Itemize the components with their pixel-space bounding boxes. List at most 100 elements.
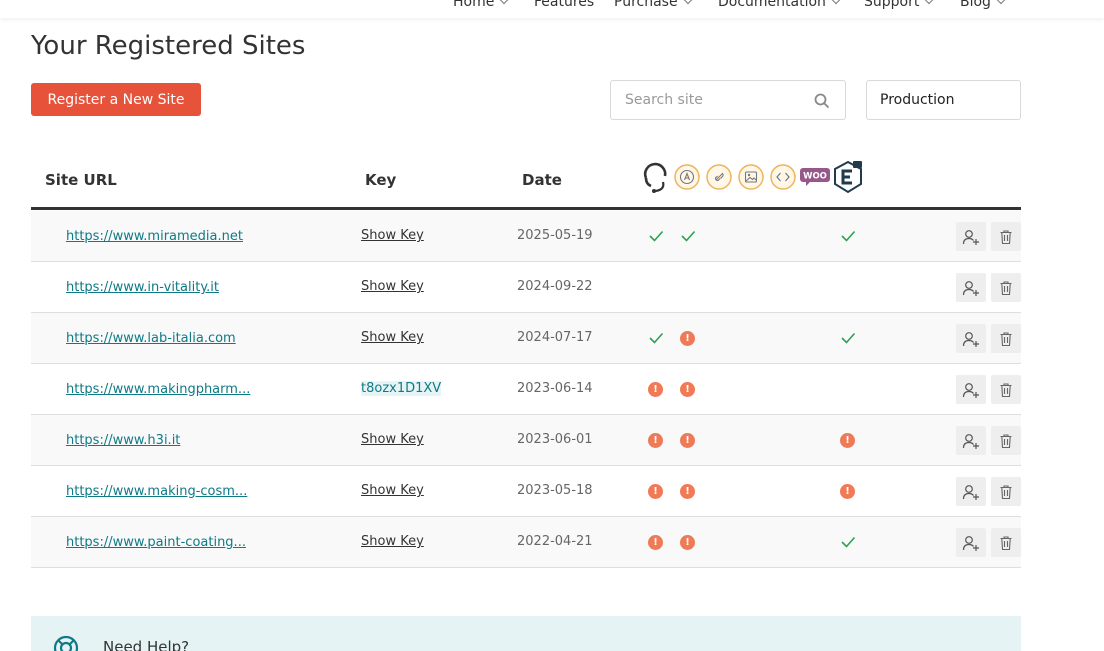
elementor-icon — [834, 160, 862, 194]
delete-button[interactable] — [991, 375, 1021, 404]
trash-icon — [1000, 535, 1012, 550]
warning-icon: ! — [648, 535, 663, 550]
add-user-button[interactable] — [956, 222, 986, 251]
nav-home[interactable]: Home — [453, 0, 509, 10]
nav-home-label: Home — [453, 0, 495, 10]
add-user-button[interactable] — [956, 528, 986, 557]
register-new-site-button[interactable]: Register a New Site — [31, 83, 201, 116]
nav-support-label: Support — [864, 0, 920, 10]
add-user-button[interactable] — [956, 426, 986, 455]
warning-icon: ! — [680, 535, 695, 550]
site-date: 2022-04-21 — [517, 534, 593, 549]
site-date: 2024-09-22 — [517, 279, 593, 294]
site-date: 2024-07-17 — [517, 330, 593, 345]
search-site-box — [610, 80, 846, 120]
site-date: 2025-05-19 — [517, 228, 593, 243]
show-key-link[interactable]: Show Key — [361, 279, 424, 294]
site-date: 2023-06-01 — [517, 432, 593, 447]
environment-select[interactable]: Production — [866, 80, 1021, 120]
header-date: Date — [522, 171, 562, 189]
delete-button[interactable] — [991, 324, 1021, 353]
check-icon — [681, 230, 696, 242]
trash-icon — [1000, 331, 1012, 346]
table-row: https://www.miramedia.net Show Key 2025-… — [31, 211, 1021, 262]
nav-purchase[interactable]: Purchase — [614, 0, 692, 10]
site-date: 2023-05-18 — [517, 483, 593, 498]
add-user-button[interactable] — [956, 324, 986, 353]
add-user-button[interactable] — [956, 477, 986, 506]
warning-icon: ! — [648, 433, 663, 448]
delete-button[interactable] — [991, 477, 1021, 506]
show-key-link[interactable]: Show Key — [361, 534, 424, 549]
site-key-value[interactable]: t8ozx1D1XV — [361, 381, 442, 396]
help-title: Need Help? — [103, 638, 190, 651]
search-icon[interactable] — [813, 92, 831, 110]
show-key-link[interactable]: Show Key — [361, 228, 424, 243]
warning-icon: ! — [840, 433, 855, 448]
add-user-button[interactable] — [956, 375, 986, 404]
link-icon — [706, 164, 732, 190]
nav-features[interactable]: Features — [534, 0, 594, 10]
warning-icon: ! — [648, 382, 663, 397]
header-key: Key — [365, 171, 397, 189]
add-user-icon — [962, 229, 979, 245]
chevron-down-icon — [683, 0, 692, 5]
table-row: https://www.making-cosm... Show Key 2023… — [31, 466, 1021, 517]
check-icon — [649, 332, 664, 344]
trash-icon — [1000, 382, 1012, 397]
delete-button[interactable] — [991, 426, 1021, 455]
nav-features-label: Features — [534, 0, 595, 10]
add-user-icon — [962, 433, 979, 449]
search-site-input[interactable] — [611, 81, 801, 119]
delete-button[interactable] — [991, 273, 1021, 302]
table-row: https://www.h3i.it Show Key 2023-06-01 !… — [31, 415, 1021, 466]
chevron-down-icon — [925, 0, 934, 5]
table-header: Site URL Key Date WOO — [31, 155, 1021, 210]
trash-icon — [1000, 229, 1012, 244]
site-url-link[interactable]: https://www.paint-coating... — [66, 535, 246, 550]
table-row: https://www.in-vitality.it Show Key 2024… — [31, 262, 1021, 313]
warning-icon: ! — [680, 484, 695, 499]
warning-icon: ! — [680, 433, 695, 448]
lifebuoy-icon — [53, 635, 79, 651]
site-date: 2023-06-14 — [517, 381, 593, 396]
top-navigation: Home Features Purchase Documentation Sup… — [0, 0, 1104, 18]
nav-blog[interactable]: Blog — [960, 0, 1006, 10]
chevron-down-icon — [831, 0, 841, 5]
site-url-link[interactable]: https://www.miramedia.net — [66, 229, 243, 244]
nav-documentation-label: Documentation — [718, 0, 826, 10]
nav-support[interactable]: Support — [864, 0, 934, 10]
trash-icon — [1000, 280, 1012, 295]
add-user-icon — [962, 484, 979, 500]
site-url-link[interactable]: https://www.lab-italia.com — [66, 331, 236, 346]
chevron-down-icon — [500, 0, 509, 5]
check-icon — [649, 230, 664, 242]
woocommerce-icon: WOO — [800, 168, 830, 186]
show-key-link[interactable]: Show Key — [361, 330, 424, 345]
warning-icon: ! — [680, 331, 695, 346]
page-title: Your Registered Sites — [31, 31, 306, 61]
add-user-icon — [962, 280, 979, 296]
support-icon — [643, 162, 667, 193]
add-user-icon — [962, 535, 979, 551]
table-row: https://www.makingpharm... t8ozx1D1XV 20… — [31, 364, 1021, 415]
site-url-link[interactable]: https://www.making-cosm... — [66, 484, 247, 499]
trash-icon — [1000, 433, 1012, 448]
site-url-link[interactable]: https://www.h3i.it — [66, 433, 180, 448]
show-key-link[interactable]: Show Key — [361, 483, 424, 498]
show-key-link[interactable]: Show Key — [361, 432, 424, 447]
add-user-icon — [962, 382, 979, 398]
table-row: https://www.paint-coating... Show Key 20… — [31, 517, 1021, 568]
warning-icon: ! — [840, 484, 855, 499]
delete-button[interactable] — [991, 528, 1021, 557]
site-url-link[interactable]: https://www.makingpharm... — [66, 382, 250, 397]
warning-icon: ! — [648, 484, 663, 499]
warning-icon: ! — [680, 382, 695, 397]
check-icon — [841, 536, 856, 548]
nav-documentation[interactable]: Documentation — [718, 0, 841, 10]
delete-button[interactable] — [991, 222, 1021, 251]
site-url-link[interactable]: https://www.in-vitality.it — [66, 280, 219, 295]
check-icon — [841, 332, 856, 344]
add-user-button[interactable] — [956, 273, 986, 302]
check-icon — [841, 230, 856, 242]
